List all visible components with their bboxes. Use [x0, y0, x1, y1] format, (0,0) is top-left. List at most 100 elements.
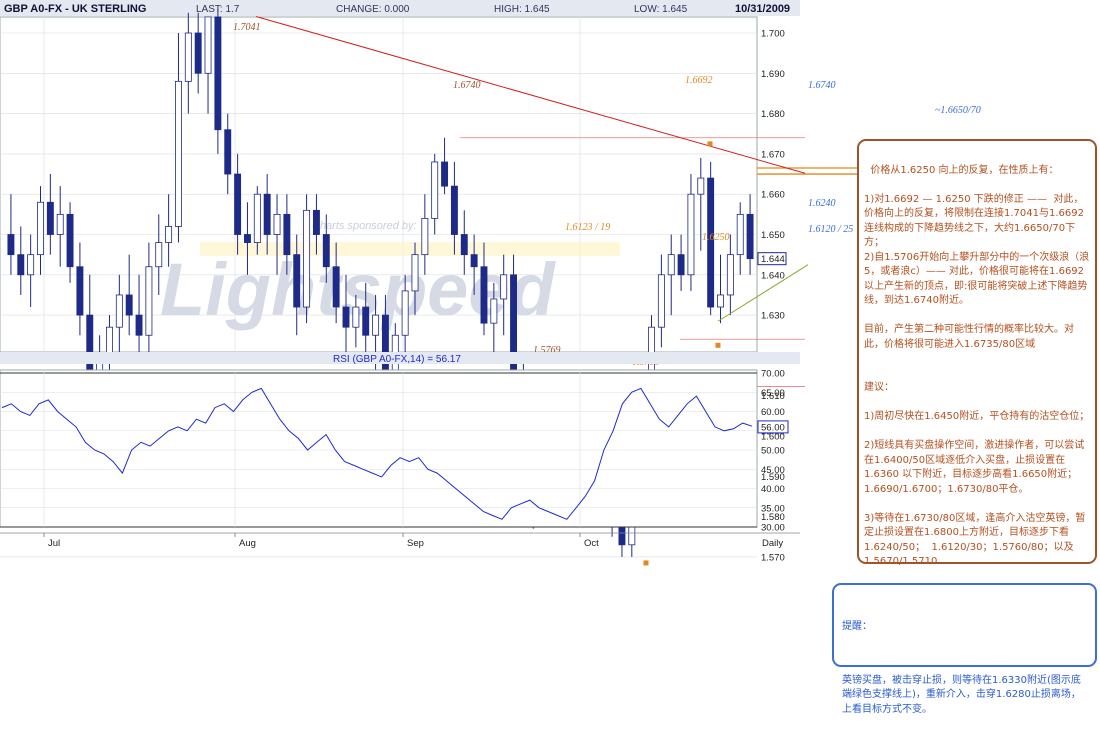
x-tick-label: Aug	[239, 538, 256, 549]
analysis-text: 价格从1.6250 向上的反复，在性质上有： 1)对1.6692 — 1.625…	[864, 164, 1090, 568]
candle-body	[165, 226, 173, 243]
candle-body	[283, 213, 291, 256]
chart-date: 10/31/2009	[735, 3, 790, 15]
price-y-tick-label: 1.570	[761, 552, 785, 563]
price-y-tick-label: 1.690	[761, 69, 785, 80]
x-tick-label: Jul	[48, 538, 60, 549]
candle-body	[687, 193, 695, 276]
candle-body	[263, 193, 271, 235]
candle-body	[677, 254, 685, 276]
x-tick-label: Sep	[407, 538, 424, 549]
candle-body	[7, 234, 15, 256]
watermark-small: Charts sponsored by:	[312, 220, 417, 232]
label-1-6123: 1.6123 / 19	[565, 222, 610, 233]
label-right-1-6240: 1.6240	[808, 198, 836, 209]
candle-body	[204, 16, 212, 74]
candle-body	[500, 274, 508, 300]
rsi-y-tick-label: 45.00	[761, 465, 785, 476]
candle-body	[155, 242, 163, 268]
candle-body	[411, 254, 419, 292]
low-value: LOW: 1.645	[634, 4, 688, 15]
candle-body	[450, 185, 458, 235]
candle-body	[312, 209, 320, 235]
candle-body	[115, 294, 123, 328]
candle-body	[66, 213, 74, 268]
candle-body	[697, 177, 705, 195]
candle-body	[253, 193, 261, 243]
candle-body	[441, 161, 449, 187]
reminder-title: 提醒：	[842, 621, 872, 632]
rsi-y-axis: 30.0035.0040.0045.0050.0055.0060.0065.00…	[757, 369, 789, 534]
candle-body	[362, 306, 370, 336]
candle-body	[273, 213, 281, 235]
candle-body	[421, 217, 429, 256]
pivot-marker	[707, 141, 713, 147]
candle-body	[175, 80, 182, 227]
candle-body	[303, 209, 311, 308]
candle-body	[135, 314, 143, 336]
candle-body	[17, 254, 25, 276]
label-right-1-6120: 1.6120 / 25	[808, 224, 853, 235]
candle-body	[145, 266, 153, 336]
candle-body	[243, 234, 251, 243]
x-axis-label: Daily	[762, 538, 783, 549]
price-y-tick-label: 1.670	[761, 149, 785, 160]
x-tick-label: Oct	[584, 538, 599, 549]
candle-body	[372, 314, 380, 336]
label-1-6740: 1.6740	[453, 80, 481, 91]
candle-body	[431, 161, 439, 219]
label-1-6692: 1.6692	[685, 75, 713, 86]
rsi-title: RSI (GBP A0-FX,14) = 56.17	[333, 354, 461, 365]
candle-body	[352, 306, 360, 328]
price-y-tick-label: 1.700	[761, 29, 785, 40]
rsi-y-tick-label: 65.00	[761, 388, 785, 399]
candle-body	[293, 254, 301, 308]
chart-title: GBP A0-FX - UK STERLING	[4, 3, 146, 15]
label-1-6250: 1.6250	[702, 232, 730, 243]
label-right-1-6650: ~1.6650/70	[935, 105, 981, 116]
pivot-marker	[715, 342, 721, 348]
candle-body	[470, 254, 478, 268]
price-last-value-label: 1.644	[761, 254, 785, 265]
candle-body	[490, 298, 498, 324]
candle-body	[234, 173, 242, 235]
rsi-y-tick-label: 70.00	[761, 369, 785, 380]
candle-body	[736, 213, 744, 256]
candle-body	[184, 32, 192, 82]
x-axis: Jul Aug Sep Oct	[0, 532, 800, 549]
candle-body	[717, 294, 724, 308]
analysis-note: 价格从1.6250 向上的反复，在性质上有： 1)对1.6692 — 1.625…	[857, 139, 1097, 567]
rsi-last-value-label: 56.00	[761, 422, 785, 433]
candle-body	[726, 254, 734, 296]
rsi-y-tick-label: 50.00	[761, 446, 785, 457]
label-right-1-6740: 1.6740	[808, 80, 836, 91]
candle-body	[322, 234, 330, 268]
candle-body	[657, 274, 665, 328]
candle-body	[27, 254, 35, 276]
candle-body	[401, 290, 409, 336]
candle-body	[667, 254, 675, 276]
change-value: CHANGE: 0.000	[336, 4, 410, 15]
candle-body	[125, 294, 133, 316]
price-y-tick-label: 1.640	[761, 270, 785, 281]
price-y-tick-label: 1.660	[761, 190, 785, 201]
high-value: HIGH: 1.645	[494, 4, 550, 15]
label-1-7041: 1.7041	[233, 22, 261, 33]
candle-body	[332, 266, 340, 308]
reminder-note: 提醒： 英镑买盘，被击穿止损，则等待在1.6330附近(图示底端绿色支撑线上)，…	[832, 583, 1097, 715]
candle-body	[342, 306, 350, 328]
candle-body	[194, 32, 202, 74]
pivot-marker	[643, 560, 649, 566]
rsi-y-tick-label: 60.00	[761, 407, 785, 418]
candle-body	[76, 266, 84, 316]
candle-body	[460, 234, 468, 256]
rsi-y-tick-label: 35.00	[761, 503, 785, 514]
candle-body	[746, 213, 754, 260]
candle-body	[480, 266, 488, 324]
candle-body	[224, 129, 232, 175]
price-y-tick-label: 1.650	[761, 230, 785, 241]
reminder-text: 英镑买盘，被击穿止损，则等待在1.6330附近(图示底端绿色支撑线上)，重新介入…	[842, 674, 1081, 715]
candle-body	[56, 213, 64, 235]
price-y-tick-label: 1.630	[761, 311, 785, 322]
price-y-tick-label: 1.680	[761, 109, 785, 120]
